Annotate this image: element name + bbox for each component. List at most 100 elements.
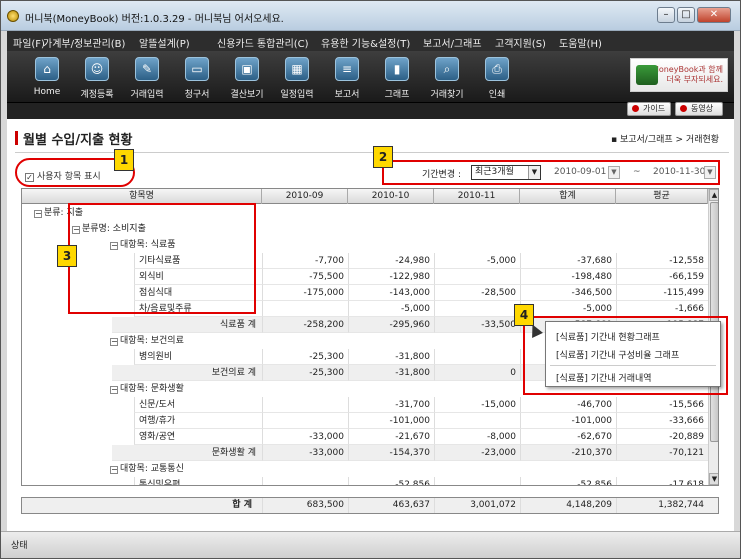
toolbar: ⌂ Home ☺ 계정등록 ✎ 거래입력 ▭ 청구서 ▣ 결산보기 ▦ 일정입력 ≡ 보고서 …	[7, 51, 734, 103]
menu-tools[interactable]: 유용한 기능&설정(T)	[321, 35, 410, 50]
collapse-icon[interactable]: −	[110, 466, 118, 474]
toolbar-schedule-button[interactable]: ▦ 일정입력	[271, 55, 323, 101]
v-2010-11: -33,500	[434, 317, 520, 333]
date-from[interactable]: 2010-09-01	[554, 165, 606, 180]
table-row[interactable]: 여행/휴가 -101,000 -101,000 -33,666	[22, 413, 708, 429]
v-2010-09: -7,700	[262, 253, 348, 269]
table-row[interactable]: 기타식료품 -7,700 -24,980 -5,000 -37,680 -12,558	[22, 253, 708, 269]
v-2010-09	[262, 301, 348, 317]
subtotal-row[interactable]: 문화생활 계 -33,000 -154,370 -23,000 -210,370 -70,…	[22, 445, 708, 461]
collapse-icon[interactable]: −	[110, 386, 118, 394]
col-2010-10[interactable]: 2010-10	[348, 189, 434, 204]
context-item-status-graph[interactable]: [식료품] 기간내 현황그래프	[556, 330, 660, 343]
subtotal-label: 보건의료 계	[112, 365, 262, 381]
group-label: 대항목: 교통통신	[120, 464, 184, 474]
v-2010-10: -143,000	[348, 285, 434, 301]
maximize-button[interactable]: □	[677, 7, 695, 23]
moneybook-app-icon	[7, 10, 19, 22]
toolbar-label: 거래찾기	[430, 90, 464, 100]
table-row[interactable]: 통신및우편 -52,856 -52,856 -17,618	[22, 477, 708, 485]
toolbar-label: 보고서	[334, 90, 360, 100]
user-items-checkbox[interactable]: ✓ 사용자 항목 표시	[25, 169, 101, 182]
group-row[interactable]: − 대항목: 교통통신	[22, 461, 708, 477]
date-to-picker-icon[interactable]: ▼	[704, 166, 716, 179]
report-icon: ≡	[335, 57, 359, 81]
context-item-transactions[interactable]: [식료품] 기간내 거래내역	[556, 371, 652, 384]
v-2010-11: -28,500	[434, 285, 520, 301]
table-row[interactable]: 차/음료및주류 -5,000 -5,000 -1,666	[22, 301, 708, 317]
v-average: -1,666	[616, 301, 708, 317]
window-title: 머니북(MoneyBook) 버전:1.0.3.29 - 머니북님 어서오세요.	[25, 14, 284, 25]
account-icon: ☺	[85, 57, 109, 81]
table-row[interactable]: 신문/도서 -31,700 -15,000 -46,700 -15,566	[22, 397, 708, 413]
total-sum: 4,148,209	[520, 498, 616, 513]
col-2010-09[interactable]: 2010-09	[262, 189, 348, 204]
period-select[interactable]: 최근3개월 ▼	[471, 165, 541, 180]
guide-button[interactable]: 가이드	[627, 102, 671, 116]
v-2010-09: -75,500	[262, 269, 348, 285]
v-2010-10: -5,000	[348, 301, 434, 317]
collapse-icon[interactable]: −	[110, 242, 118, 250]
toolbar-bill-button[interactable]: ▭ 청구서	[171, 55, 223, 101]
collapse-icon[interactable]: −	[110, 338, 118, 346]
v-2010-09: -25,300	[262, 365, 348, 381]
group-row[interactable]: − 대항목: 식료품	[22, 237, 708, 253]
guide-label: 가이드	[643, 104, 666, 113]
collapse-icon[interactable]: −	[72, 226, 80, 234]
toolbar-print-button[interactable]: ⎙ 인쇄	[471, 55, 523, 101]
v-2010-09: -258,200	[262, 317, 348, 333]
v-2010-11: -23,000	[434, 445, 520, 461]
table-row[interactable]: 외식비 -75,500 -122,980 -198,480 -66,159	[22, 269, 708, 285]
context-item-ratio-graph[interactable]: [식료품] 기간내 구성비율 그래프	[556, 348, 679, 361]
col-average[interactable]: 평균	[616, 189, 708, 204]
toolbar-label: 결산보기	[230, 90, 264, 100]
item-label: 신문/도서	[134, 397, 262, 413]
col-total[interactable]: 합계	[520, 189, 616, 204]
menu-file[interactable]: 파일(F)	[13, 35, 45, 50]
v-2010-11: 0	[434, 365, 520, 381]
toolbar-report-button[interactable]: ≡ 보고서	[321, 55, 373, 101]
v-average: -17,618	[616, 477, 708, 485]
toolbar-account-button[interactable]: ☺ 계정등록	[71, 55, 123, 101]
item-label: 통신및우편	[134, 477, 262, 485]
app-window: 머니북(MoneyBook) 버전:1.0.3.29 - 머니북님 어서오세요.…	[0, 0, 741, 559]
date-from-picker-icon[interactable]: ▼	[608, 166, 620, 179]
brand-banner[interactable]: MoneyBook과 함께 더욱 부자되세요.	[630, 58, 728, 92]
table-row[interactable]: 영화/공연 -33,000 -21,670 -8,000 -62,670 -20,889	[22, 429, 708, 445]
video-button[interactable]: 동영상	[675, 102, 723, 116]
menu-plan[interactable]: 알뜰설계(P)	[139, 35, 190, 50]
toolbar-label: Home	[33, 87, 61, 97]
scroll-up-icon[interactable]: ▲	[709, 189, 718, 201]
total-label: 합 계	[232, 500, 252, 510]
v-2010-09: -175,000	[262, 285, 348, 301]
toolbar-entry-button[interactable]: ✎ 거래입력	[121, 55, 173, 101]
v-2010-11	[434, 413, 520, 429]
col-item[interactable]: 항목명	[22, 189, 262, 204]
menu-ledger[interactable]: 가계부/정보관리(B)	[43, 35, 125, 50]
toolbar-settlement-button[interactable]: ▣ 결산보기	[221, 55, 273, 101]
dropdown-arrow-icon: ▼	[528, 166, 540, 179]
toolbar-graph-button[interactable]: ▮ 그래프	[371, 55, 423, 101]
group-row[interactable]: − 분류명: 소비지출	[22, 221, 708, 237]
group-row[interactable]: − 분류: 지출	[22, 205, 708, 221]
v-2010-11	[434, 301, 520, 317]
item-label: 여행/휴가	[134, 413, 262, 429]
group-cell: − 분류명: 소비지출	[72, 221, 708, 237]
collapse-icon[interactable]: −	[34, 210, 42, 218]
item-label: 기타식료품	[134, 253, 262, 269]
menu-support[interactable]: 고객지원(S)	[495, 35, 546, 50]
menu-credit-card[interactable]: 신용카드 통합관리(C)	[217, 35, 309, 50]
toolbar-search-button[interactable]: ⌕ 거래찾기	[421, 55, 473, 101]
col-2010-11[interactable]: 2010-11	[434, 189, 520, 204]
group-label: 분류: 지출	[44, 208, 84, 218]
date-to[interactable]: 2010-11-30	[653, 165, 705, 180]
table-row[interactable]: 점심식대 -175,000 -143,000 -28,500 -346,500 -115,…	[22, 285, 708, 301]
minimize-button[interactable]: –	[657, 7, 675, 23]
toolbar-home-button[interactable]: ⌂ Home	[21, 55, 73, 101]
close-button[interactable]: ✕	[697, 7, 731, 23]
menu-reports[interactable]: 보고서/그래프	[423, 35, 482, 50]
menu-help[interactable]: 도움말(H)	[559, 35, 602, 50]
scroll-down-icon[interactable]: ▼	[709, 473, 718, 485]
v-average: -33,666	[616, 413, 708, 429]
period-label: 기간변경 :	[422, 170, 462, 180]
